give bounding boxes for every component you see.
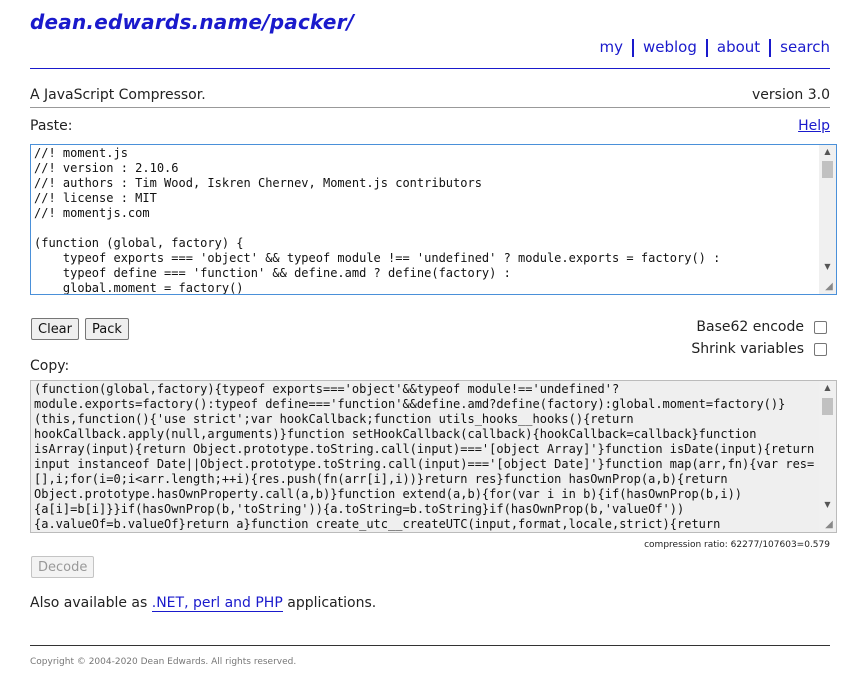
scroll-down-icon[interactable]: ▼ — [819, 498, 836, 512]
nav-my[interactable]: my — [600, 38, 624, 56]
also-available: Also available as .NET, perl and PHP app… — [30, 595, 377, 612]
also-suffix: applications. — [287, 595, 377, 611]
scroll-down-icon[interactable]: ▼ — [819, 260, 836, 274]
clear-button[interactable]: Clear — [31, 318, 79, 340]
copyright: Copyright © 2004-2020 Dean Edwards. All … — [30, 657, 297, 667]
base62-label: Base62 encode — [696, 319, 804, 335]
top-nav: my weblog about search — [600, 38, 830, 57]
copy-label: Copy: — [30, 358, 70, 374]
paste-textarea[interactable]: //! moment.js //! version : 2.10.6 //! a… — [30, 144, 837, 295]
nav-about[interactable]: about — [717, 38, 760, 56]
intro-divider — [30, 107, 830, 108]
paste-scrollbar[interactable]: ▲ ▼ — [819, 145, 836, 294]
help-link[interactable]: Help — [798, 118, 830, 134]
scrollbar-thumb[interactable] — [822, 161, 833, 178]
scroll-up-icon[interactable]: ▲ — [819, 145, 836, 159]
nav-search[interactable]: search — [780, 38, 830, 56]
copy-scrollbar[interactable]: ▲ ▼ — [819, 381, 836, 532]
ports-link[interactable]: .NET, perl and PHP — [151, 595, 283, 612]
scroll-up-icon[interactable]: ▲ — [819, 381, 836, 395]
shrink-option[interactable]: Shrink variables — [691, 341, 827, 357]
decode-button[interactable]: Decode — [31, 556, 95, 578]
resize-grip-icon[interactable]: ◢ — [823, 519, 835, 531]
base62-checkbox[interactable] — [814, 320, 827, 334]
shrink-label: Shrink variables — [691, 341, 804, 357]
scrollbar-thumb[interactable] — [822, 398, 833, 415]
nav-weblog[interactable]: weblog — [643, 38, 697, 56]
paste-label: Paste: — [30, 118, 73, 134]
site-title[interactable]: dean.edwards.name/packer/ — [30, 10, 354, 34]
pack-button[interactable]: Pack — [85, 318, 129, 340]
base62-option[interactable]: Base62 encode — [696, 319, 827, 335]
compression-ratio: compression ratio: 62277/107603=0.579 — [644, 540, 830, 550]
resize-grip-icon[interactable]: ◢ — [823, 281, 835, 293]
nav-separator — [632, 39, 634, 57]
header-divider — [30, 68, 830, 69]
nav-separator — [705, 39, 708, 57]
also-prefix: Also available as — [30, 595, 148, 611]
footer-divider — [30, 645, 830, 646]
tagline: A JavaScript Compressor. — [30, 87, 206, 103]
nav-separator — [769, 39, 772, 57]
version-label: version 3.0 — [752, 87, 830, 103]
copy-textarea[interactable]: (function(global,factory){typeof exports… — [30, 380, 837, 533]
shrink-checkbox[interactable] — [814, 342, 827, 356]
